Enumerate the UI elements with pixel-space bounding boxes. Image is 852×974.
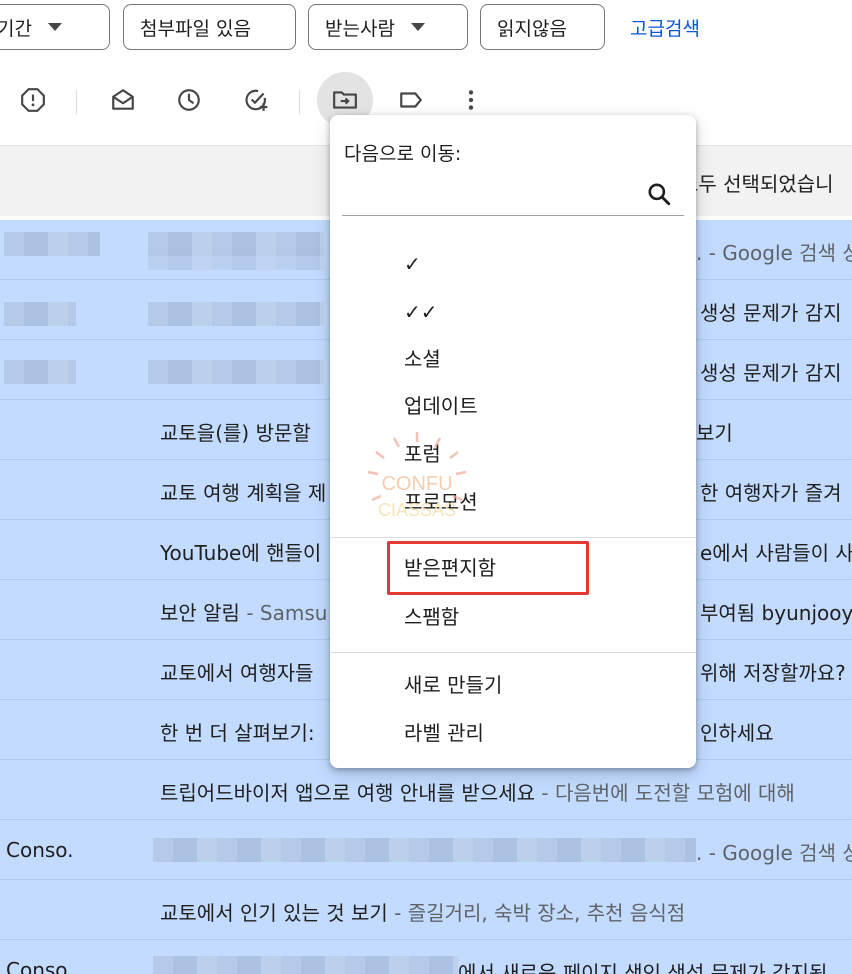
move-to-item-check[interactable]: ✓ <box>404 249 421 279</box>
move-to-item-double-check[interactable]: ✓✓ <box>404 297 438 327</box>
label-icon <box>400 92 422 108</box>
search-icon[interactable] <box>646 181 672 207</box>
email-snippet: 인하세요 <box>700 721 774 745</box>
email-snippet: 보기 <box>696 421 733 445</box>
menu-divider <box>330 652 696 653</box>
move-to-menu: 다음으로 이동: ✓ ✓✓ 소셜 업데이트 포럼 프로모션 받은편지함 스팸함 … <box>330 115 696 768</box>
move-to-search-input[interactable] <box>342 177 646 211</box>
chevron-down-icon <box>47 23 62 31</box>
watermark-text-top: CONFU <box>381 473 452 495</box>
mark-unread-icon <box>112 89 134 110</box>
email-subject: YouTube에 핸들이 <box>160 541 322 565</box>
email-subject-line: 교토에서 인기 있는 것 보기 - 즐길거리, 숙박 장소, 추천 음식점 <box>160 897 685 926</box>
email-subject: 트립어드바이저 앱으로 여행 안내를 받으세요 <box>160 781 536 805</box>
email-subject-line: 보안 알림 - Samsu <box>160 597 327 626</box>
email-snippet: 한 여행자가 즐겨 <box>700 481 842 505</box>
toolbar-divider <box>299 90 300 114</box>
redacted-subject <box>148 360 324 384</box>
select-all-banner-text: 모두 선택되었습니 <box>680 172 834 196</box>
move-to-search <box>342 173 684 216</box>
move-to-icon <box>333 91 357 109</box>
period-filter-label: 기간 <box>0 17 32 40</box>
redacted-subject <box>148 302 324 326</box>
table-row[interactable]: Conso. 에서 새로운 페이지 색인 생성 문제가 감지됨 <box>0 940 852 974</box>
table-row[interactable]: Conso. . - Google 검색 상 <box>0 820 852 880</box>
redacted-subject <box>153 956 458 974</box>
filter-bar: 기간 첨부파일 있음 받는사람 읽지않음 고급검색 <box>0 0 852 58</box>
table-row[interactable]: 교토에서 인기 있는 것 보기 - 즐길거리, 숙박 장소, 추천 음식점 <box>0 880 852 940</box>
email-snippet: . - Google 검색 상 <box>696 241 852 265</box>
unread-filter-chip[interactable]: 읽지않음 <box>480 4 605 50</box>
report-spam-icon <box>21 88 45 112</box>
email-snippet: . - Google 검색 상 <box>696 841 852 865</box>
redacted-subject <box>148 248 324 270</box>
move-to-item-updates[interactable]: 업데이트 <box>404 391 478 421</box>
chevron-down-icon <box>410 23 425 31</box>
email-snippet: 위해 저장할까요? <box>700 661 846 685</box>
watermark-logo: CONFU CIASSAS <box>367 432 467 520</box>
redacted-sender <box>4 232 100 256</box>
period-filter-chip[interactable]: 기간 <box>0 4 110 50</box>
more-vert-icon <box>468 90 474 110</box>
snooze-icon <box>178 89 200 111</box>
email-subject: 보안 알림 <box>160 601 240 625</box>
table-row[interactable]: 트립어드바이저 앱으로 여행 안내를 받으세요 - 다음번에 도전할 모험에 대… <box>0 760 852 820</box>
report-spam-button[interactable] <box>11 78 55 122</box>
attachment-filter-chip[interactable]: 첨부파일 있음 <box>123 4 296 50</box>
redacted-subject <box>153 838 696 862</box>
advanced-search-link[interactable]: 고급검색 <box>630 14 700 41</box>
move-to-heading: 다음으로 이동: <box>344 143 462 165</box>
email-snippet: 생성 문제가 감지 <box>700 361 842 385</box>
toolbar-divider <box>76 90 77 114</box>
email-subject: 교토에서 여행자들 <box>160 661 314 685</box>
email-subject-snippet: - 즐길거리, 숙박 장소, 추천 음식점 <box>387 901 686 925</box>
add-task-button[interactable] <box>234 78 278 122</box>
email-snippet: 부여됨 byunjooy <box>700 601 852 625</box>
add-task-icon <box>245 89 268 111</box>
create-new-label-button[interactable]: 새로 만들기 <box>404 670 502 700</box>
unread-filter-label: 읽지않음 <box>497 17 567 40</box>
email-snippet: 생성 문제가 감지 <box>700 301 842 325</box>
move-to-item-spam[interactable]: 스팸함 <box>404 602 459 632</box>
mark-unread-button[interactable] <box>101 78 145 122</box>
email-subject: 교토을(를) 방문할 <box>160 421 311 445</box>
move-to-item-social[interactable]: 소셜 <box>404 344 441 374</box>
recipient-filter-label: 받는사람 <box>325 17 395 40</box>
inbox-highlight-box <box>387 541 589 595</box>
email-subject-snippet: - 다음번에 도전할 모험에 대해 <box>535 781 795 805</box>
redacted-sender <box>4 360 76 384</box>
email-subject: 교토 여행 계획을 제 <box>160 481 327 505</box>
email-subject: 교토에서 인기 있는 것 보기 <box>160 901 388 925</box>
email-snippet: 에서 새로운 페이지 색인 생성 문제가 감지됨 <box>458 961 828 974</box>
email-subject-snippet: - Samsu <box>239 601 328 625</box>
email-sender: Conso. <box>6 958 74 974</box>
email-snippet: e에서 사람들이 사 <box>700 541 852 565</box>
manage-labels-button[interactable]: 라벨 관리 <box>404 718 484 748</box>
redacted-sender <box>4 302 76 326</box>
email-subject: 한 번 더 살펴보기: <box>160 721 315 745</box>
email-subject-line: 트립어드바이저 앱으로 여행 안내를 받으세요 - 다음번에 도전할 모험에 대… <box>160 777 795 806</box>
email-sender: Conso. <box>6 838 74 862</box>
watermark-text-bottom: CIASSAS <box>378 500 456 520</box>
recipient-filter-chip[interactable]: 받는사람 <box>308 4 468 50</box>
attachment-filter-label: 첨부파일 있음 <box>140 17 251 40</box>
snooze-button[interactable] <box>167 78 211 122</box>
